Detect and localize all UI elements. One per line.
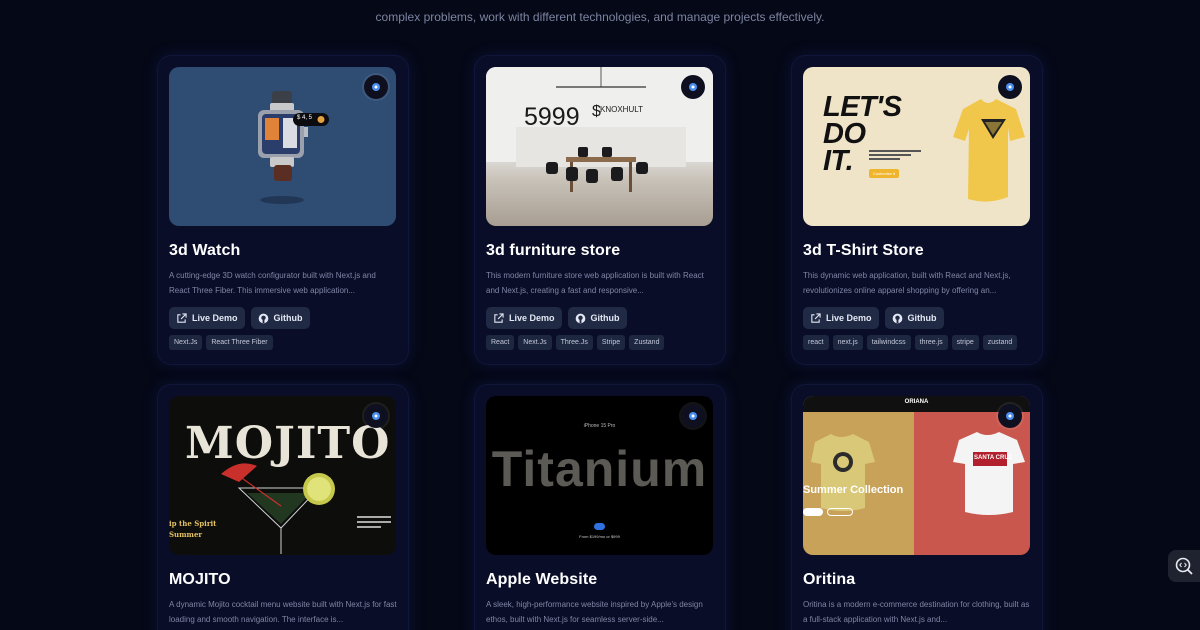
tech-tag: react: [803, 335, 829, 350]
tech-tag: Three.Js: [555, 335, 593, 350]
tech-tag: stripe: [951, 335, 979, 350]
github-icon: [575, 313, 585, 323]
live-demo-button[interactable]: Live Demo: [169, 307, 245, 329]
project-title: Apple Website: [486, 571, 598, 588]
live-demo-label: Live Demo: [509, 313, 555, 323]
project-card-3d-furniture-store: 5999 $ KNOXHULT 3d furniture store This …: [474, 55, 726, 365]
oritina-shirt-print: SANTA CRUZ: [974, 455, 1013, 461]
react-logo-icon: [1006, 412, 1014, 420]
tagline-line: ip the Spirit: [169, 519, 217, 528]
github-button[interactable]: Github: [567, 307, 627, 329]
project-thumbnail[interactable]: $ 4, 5: [169, 67, 396, 226]
react-logo-icon: [1006, 83, 1014, 91]
project-thumbnail[interactable]: LET'S DO IT. Customize it: [803, 67, 1030, 226]
github-icon: [258, 313, 268, 323]
live-demo-label: Live Demo: [192, 313, 238, 323]
project-card-3d-watch: $ 4, 5 3d Watch A cutting-edge 3D watch …: [157, 55, 409, 365]
project-card-apple-website: iPhone 15 Pro Titanium From $199/mo or $…: [474, 384, 726, 630]
project-thumbnail[interactable]: 5999 $ KNOXHULT: [486, 67, 713, 226]
tech-logo-badge: [364, 404, 388, 428]
project-description: This dynamic web application, built with…: [803, 271, 1011, 295]
tech-tag: Next.Js: [518, 335, 552, 350]
furniture-price: 5999: [524, 103, 580, 131]
external-link-icon: [177, 312, 187, 323]
project-card-oritina: ORIANA SANTA CRUZ Summer Collection Orit…: [791, 384, 1043, 630]
furniture-image: [486, 67, 713, 192]
apple-price-text: From $199/mo or $999: [579, 534, 620, 539]
tshirt-image: [953, 99, 1025, 202]
tagline-line: Summer: [169, 530, 203, 539]
react-logo-icon: [372, 412, 380, 420]
live-demo-button[interactable]: Live Demo: [803, 307, 879, 329]
github-button[interactable]: Github: [250, 307, 310, 329]
live-demo-button[interactable]: Live Demo: [486, 307, 562, 329]
project-description: A cutting-edge 3D watch configurator bui…: [169, 271, 376, 295]
tech-logo-badge: [998, 75, 1022, 99]
github-label: Github: [590, 313, 620, 323]
tshirts-image: [811, 432, 1025, 515]
external-link-icon: [811, 312, 821, 323]
tech-logo-badge: [364, 75, 388, 99]
project-description: This modern furniture store web applicat…: [486, 271, 704, 295]
tech-tag: React: [486, 335, 515, 350]
tech-tag: zustand: [982, 335, 1018, 350]
tech-tag: Next.Js: [169, 335, 203, 350]
project-card-mojito: MOJITO ip the Spirit Summer MOJITO A dyn…: [157, 384, 409, 630]
project-thumbnail[interactable]: iPhone 15 Pro Titanium From $199/mo or $…: [486, 396, 713, 555]
github-label: Github: [273, 313, 303, 323]
oritina-heading: Summer Collection: [803, 484, 904, 496]
project-title: 3d Watch: [169, 242, 241, 259]
project-thumbnail[interactable]: MOJITO ip the Spirit Summer: [169, 396, 396, 555]
zoom-search-button[interactable]: [1168, 550, 1200, 582]
tech-tag: three.js: [914, 335, 948, 350]
react-logo-icon: [689, 412, 697, 420]
project-title: MOJITO: [169, 571, 231, 588]
live-demo-label: Live Demo: [826, 313, 872, 323]
tech-tag: React Three Fiber: [206, 335, 273, 350]
tech-logo-badge: [998, 404, 1022, 428]
project-title: Oritina: [803, 571, 856, 588]
tech-tag: Stripe: [596, 335, 626, 350]
tech-tag: tailwindcss: [866, 335, 911, 350]
project-thumbnail[interactable]: ORIANA SANTA CRUZ Summer Collection: [803, 396, 1030, 555]
github-label: Github: [907, 313, 937, 323]
mojito-side-text: [357, 516, 391, 528]
react-logo-icon: [689, 83, 697, 91]
watch-price-chip: $ 4, 5: [297, 115, 313, 121]
buy-button-icon: [594, 523, 605, 530]
search-code-icon: [1175, 557, 1193, 575]
tech-logo-badge: [681, 404, 705, 428]
external-link-icon: [494, 312, 504, 323]
project-card-3d-tshirt-store: LET'S DO IT. Customize it 3d T-Shirt Sto…: [791, 55, 1043, 365]
project-title: 3d furniture store: [486, 242, 621, 259]
tech-tag: next.js: [832, 335, 863, 350]
project-description: A dynamic Mojito cocktail menu website b…: [169, 600, 397, 624]
project-title: 3d T-Shirt Store: [803, 242, 924, 259]
github-icon: [892, 313, 902, 323]
explore-button: [827, 508, 853, 516]
furniture-brand: KNOXHULT: [600, 105, 643, 114]
project-description: Oritina is a modern e-commerce destinati…: [803, 600, 1030, 624]
tech-tag: Zustand: [629, 335, 665, 350]
watch-image: [258, 91, 329, 204]
intro-line: complex problems, work with different te…: [375, 10, 825, 24]
github-button[interactable]: Github: [884, 307, 944, 329]
tech-logo-badge: [681, 75, 705, 99]
react-logo-icon: [372, 83, 380, 91]
project-description: A sleek, high-performance website inspir…: [486, 600, 703, 624]
shop-now-button: [803, 508, 823, 516]
mojito-tagline: ip the Spirit Summer: [169, 518, 216, 540]
